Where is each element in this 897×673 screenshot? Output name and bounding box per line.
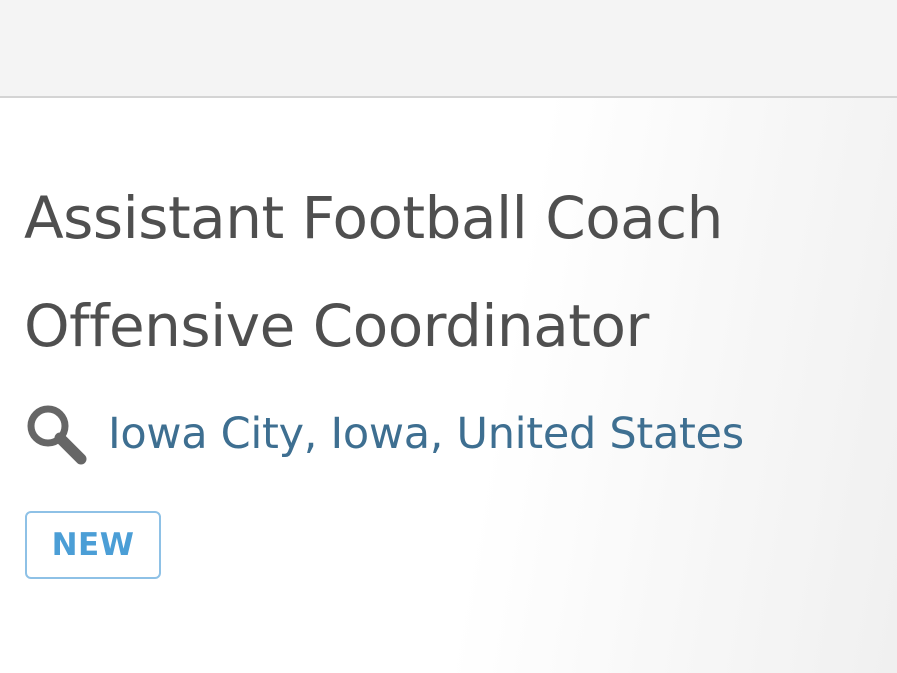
location-link[interactable]: Iowa City, Iowa, United States (108, 409, 744, 459)
job-listing: Assistant Football Coach Offensive Coord… (0, 98, 897, 673)
job-location: Iowa City, Iowa, United States (24, 398, 744, 470)
new-badge: NEW (25, 511, 161, 579)
new-badge-label: NEW (51, 527, 135, 563)
job-title: Assistant Football Coach Offensive Coord… (24, 164, 894, 380)
search-icon (24, 402, 88, 466)
top-bar (0, 0, 897, 98)
job-title-line-2: Offensive Coordinator (24, 292, 649, 360)
job-title-line-1: Assistant Football Coach (24, 184, 723, 252)
